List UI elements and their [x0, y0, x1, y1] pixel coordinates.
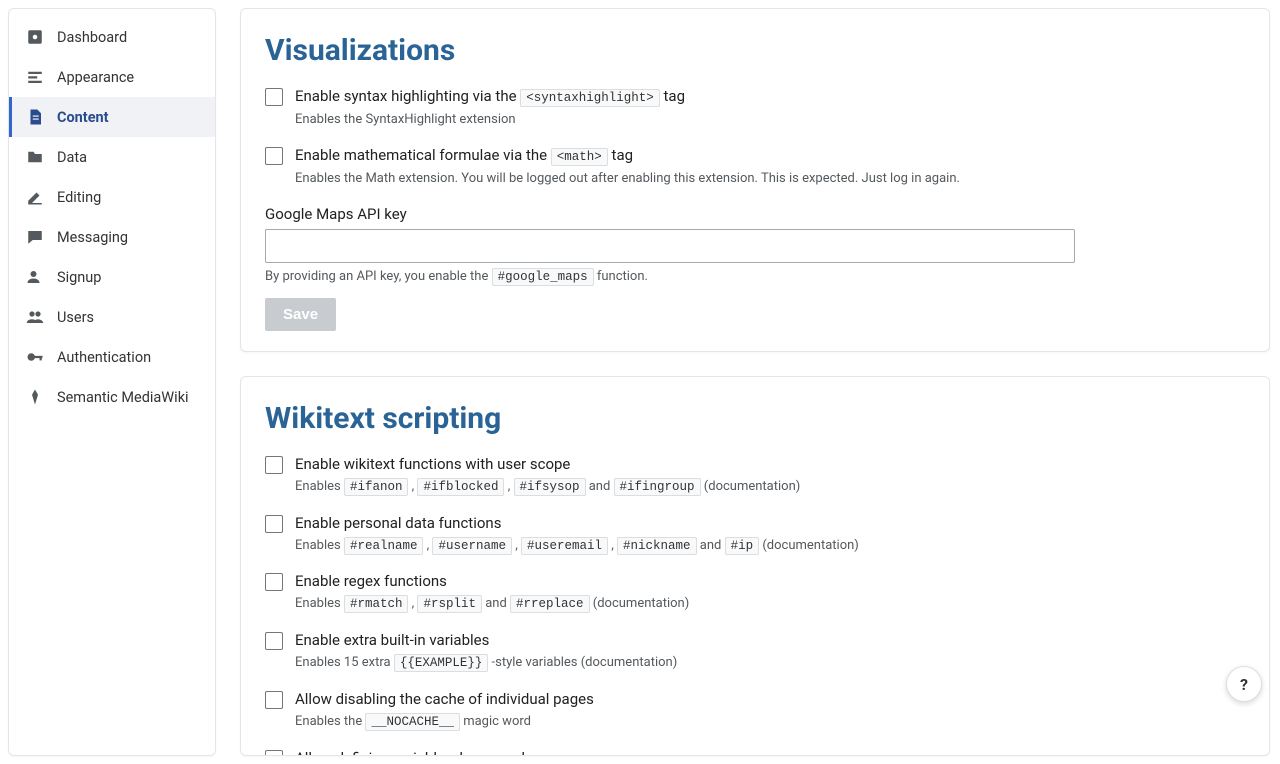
- field-desc: Enables #ifanon , #ifblocked , #ifsysop …: [295, 478, 1245, 497]
- sidebar-item-label: Data: [57, 149, 87, 166]
- sidebar-item-semantic-mediawiki[interactable]: Semantic MediaWiki: [9, 377, 215, 417]
- documentation-link[interactable]: (documentation): [590, 596, 690, 611]
- field-desc: Enables #rmatch , #rsplit and #rreplace …: [295, 595, 1245, 614]
- field-vars-loops: Allow defining variables, loops and arra…: [265, 748, 1245, 756]
- sidebar-item-content[interactable]: Content: [9, 97, 215, 137]
- code-tag: <math>: [551, 148, 608, 166]
- field-label: Enable regex functions: [295, 571, 1245, 592]
- panel-title: Wikitext scripting: [265, 401, 1245, 436]
- sidebar: Dashboard Appearance Content Data Editin…: [8, 8, 216, 756]
- field-nocache: Allow disabling the cache of individual …: [265, 689, 1245, 732]
- field-math: Enable mathematical formulae via the <ma…: [265, 145, 1245, 188]
- signup-icon: [25, 267, 45, 287]
- content-icon: [25, 107, 45, 127]
- documentation-link[interactable]: -style variables (documentation): [488, 655, 677, 670]
- field-desc: Enables the SyntaxHighlight extension: [295, 111, 1245, 130]
- field-label: Google Maps API key: [265, 205, 1245, 223]
- field-regex: Enable regex functions Enables #rmatch ,…: [265, 571, 1245, 614]
- main-content: Visualizations Enable syntax highlightin…: [240, 8, 1270, 756]
- checkbox-math[interactable]: [265, 147, 283, 165]
- sidebar-item-label: Semantic MediaWiki: [57, 389, 189, 406]
- sidebar-item-dashboard[interactable]: Dashboard: [9, 17, 215, 57]
- field-label: Allow defining variables, loops and arra…: [295, 748, 1245, 756]
- sidebar-item-label: Messaging: [57, 229, 128, 246]
- field-label: Enable mathematical formulae via the <ma…: [295, 145, 1245, 167]
- code-tag: <syntaxhighlight>: [520, 89, 660, 107]
- checkbox-user-scope[interactable]: [265, 456, 283, 474]
- field-desc: Enables the __NOCACHE__ magic word: [295, 713, 1245, 732]
- checkbox-nocache[interactable]: [265, 691, 283, 709]
- sidebar-item-label: Appearance: [57, 69, 134, 86]
- documentation-link[interactable]: (documentation): [759, 538, 859, 553]
- messaging-icon: [25, 227, 45, 247]
- field-personal-data: Enable personal data functions Enables #…: [265, 513, 1245, 556]
- sidebar-item-label: Signup: [57, 269, 101, 286]
- panel-visualizations: Visualizations Enable syntax highlightin…: [240, 8, 1270, 352]
- panel-wikitext-scripting: Wikitext scripting Enable wikitext funct…: [240, 376, 1270, 756]
- documentation-link[interactable]: (documentation): [701, 479, 801, 494]
- checkbox-syntax-highlight[interactable]: [265, 88, 283, 106]
- field-label: Enable personal data functions: [295, 513, 1245, 534]
- field-hint: By providing an API key, you enable the …: [265, 269, 1245, 284]
- help-icon: ?: [1240, 675, 1248, 694]
- checkbox-vars-loops[interactable]: [265, 750, 283, 756]
- field-user-scope: Enable wikitext functions with user scop…: [265, 454, 1245, 497]
- sidebar-item-label: Authentication: [57, 349, 151, 366]
- field-desc: Enables #realname , #username , #userema…: [295, 537, 1245, 556]
- sidebar-item-appearance[interactable]: Appearance: [9, 57, 215, 97]
- field-google-maps-key: Google Maps API key By providing an API …: [265, 205, 1245, 284]
- appearance-icon: [25, 67, 45, 87]
- code-tag: #google_maps: [492, 268, 594, 286]
- sidebar-item-signup[interactable]: Signup: [9, 257, 215, 297]
- users-icon: [25, 307, 45, 327]
- data-icon: [25, 147, 45, 167]
- sidebar-item-users[interactable]: Users: [9, 297, 215, 337]
- field-syntax-highlight: Enable syntax highlighting via the <synt…: [265, 86, 1245, 129]
- checkbox-regex[interactable]: [265, 573, 283, 591]
- sidebar-item-label: Editing: [57, 189, 101, 206]
- help-button[interactable]: ?: [1226, 666, 1262, 702]
- key-icon: [25, 347, 45, 367]
- semantic-icon: [25, 387, 45, 407]
- field-desc: Enables 15 extra {{EXAMPLE}} -style vari…: [295, 654, 1245, 673]
- sidebar-item-messaging[interactable]: Messaging: [9, 217, 215, 257]
- field-label: Enable wikitext functions with user scop…: [295, 454, 1245, 475]
- sidebar-item-data[interactable]: Data: [9, 137, 215, 177]
- field-extra-vars: Enable extra built-in variables Enables …: [265, 630, 1245, 673]
- checkbox-extra-vars[interactable]: [265, 632, 283, 650]
- dashboard-icon: [25, 27, 45, 47]
- field-label: Enable extra built-in variables: [295, 630, 1245, 651]
- sidebar-item-editing[interactable]: Editing: [9, 177, 215, 217]
- editing-icon: [25, 187, 45, 207]
- sidebar-item-label: Dashboard: [57, 29, 127, 46]
- field-desc: Enables the Math extension. You will be …: [295, 170, 1245, 189]
- sidebar-item-authentication[interactable]: Authentication: [9, 337, 215, 377]
- field-label: Enable syntax highlighting via the <synt…: [295, 86, 1245, 108]
- google-maps-api-key-input[interactable]: [265, 229, 1075, 263]
- field-label: Allow disabling the cache of individual …: [295, 689, 1245, 710]
- checkbox-personal-data[interactable]: [265, 515, 283, 533]
- sidebar-item-label: Content: [57, 109, 109, 126]
- save-button[interactable]: Save: [265, 298, 336, 331]
- panel-title: Visualizations: [265, 33, 1245, 68]
- sidebar-item-label: Users: [57, 309, 94, 326]
